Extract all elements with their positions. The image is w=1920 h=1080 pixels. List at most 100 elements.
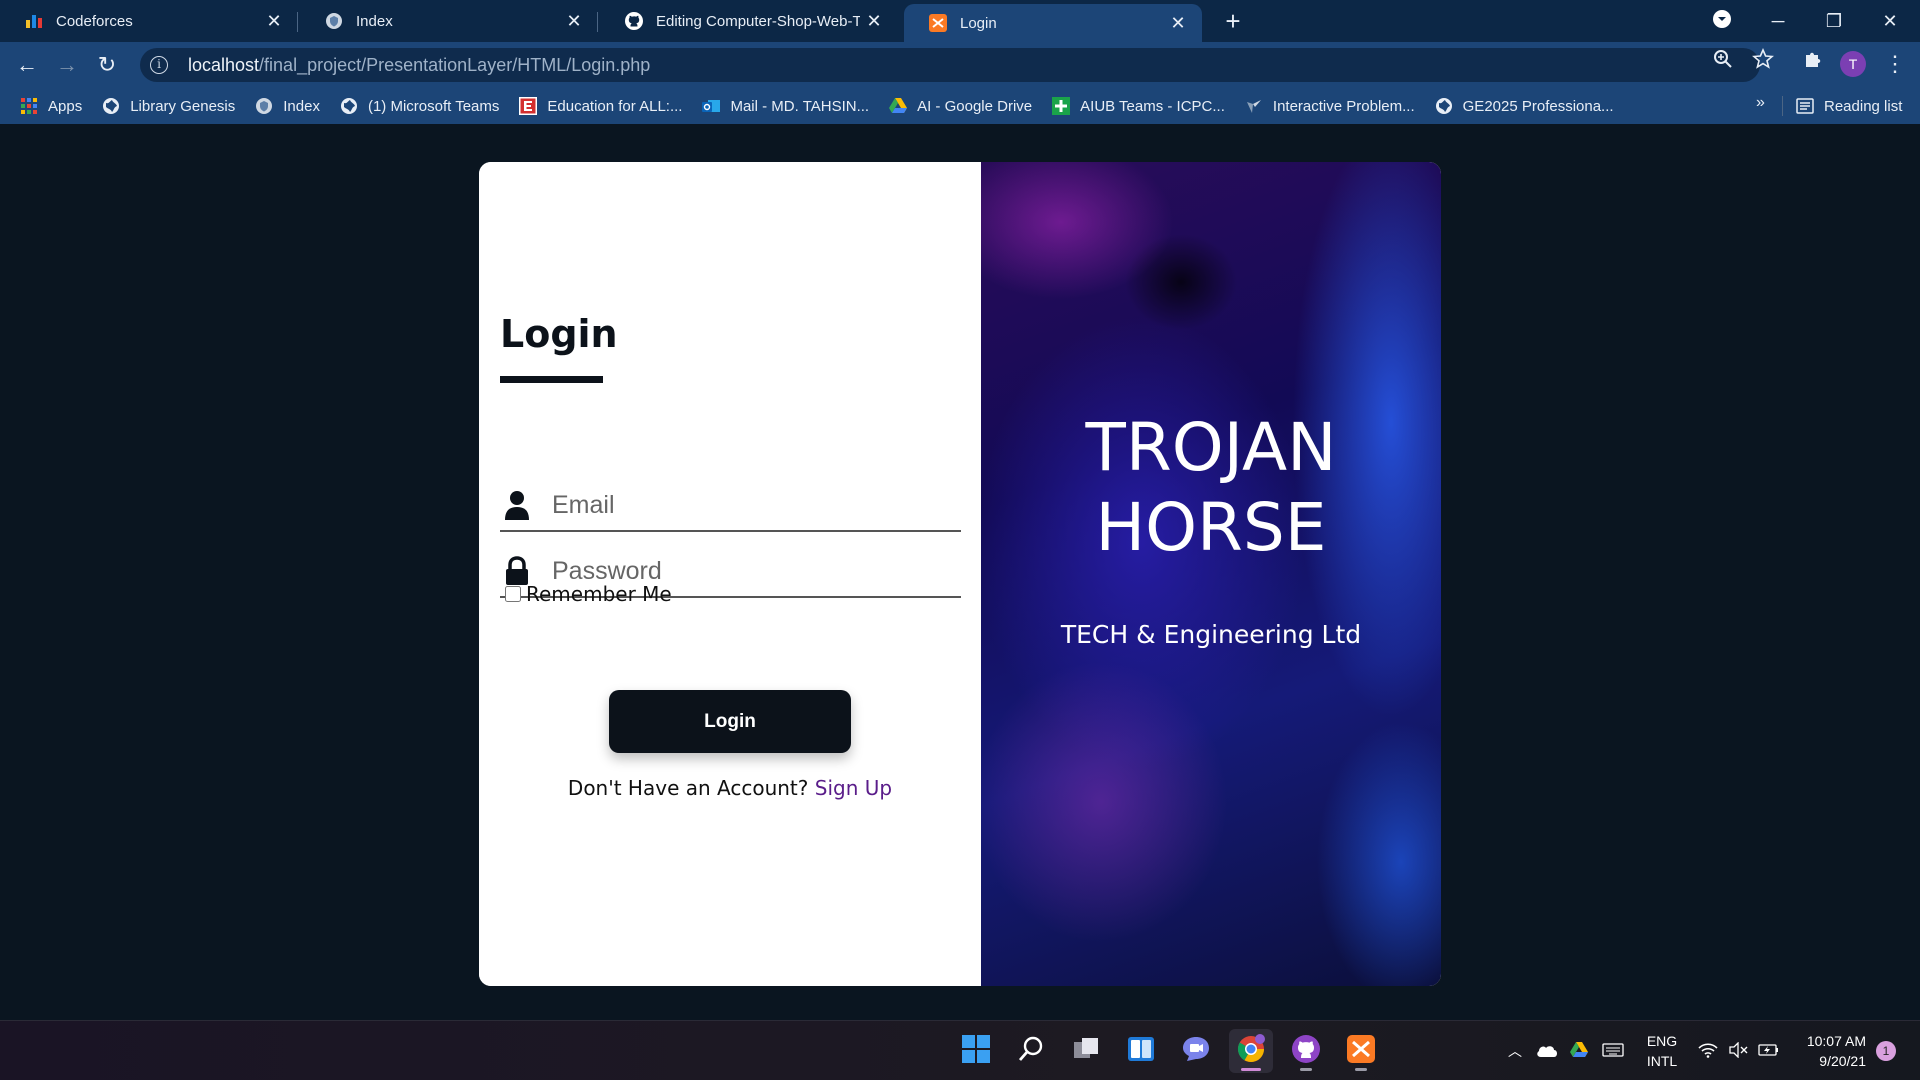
tab-login[interactable]: Login ✕ (904, 4, 1202, 42)
brand-name-line1: TROJAN (1085, 409, 1337, 486)
windows-logo-icon (962, 1034, 990, 1068)
zoom-icon[interactable] (1710, 48, 1736, 74)
remember-me[interactable]: Remember Me (505, 582, 672, 606)
close-window-button[interactable]: ✕ (1862, 0, 1918, 42)
bookmark-library-genesis[interactable]: Library Genesis (102, 97, 235, 115)
bookmark-label: AI - Google Drive (917, 97, 1033, 115)
reading-list-button[interactable]: Reading list (1781, 88, 1903, 124)
reload-button[interactable]: ↻ (92, 50, 122, 80)
browser-toolbar: ← → ↻ i localhost/final_project/Presenta… (0, 42, 1920, 88)
globe-shield-icon (255, 97, 273, 115)
login-form: Login Remember Me Login Don't Ha (479, 162, 981, 986)
bookmark-interactive-problem[interactable]: Interactive Problem... (1245, 97, 1415, 115)
tab-index[interactable]: Index ✕ (300, 0, 598, 42)
url-host: localhost (188, 54, 260, 75)
teams-chat[interactable] (1174, 1029, 1218, 1073)
bookmark-ge2025[interactable]: GE2025 Professiona... (1435, 97, 1614, 115)
login-title: Login (500, 312, 618, 356)
bookmark-aiub-teams[interactable]: AIUB Teams - ICPC... (1052, 97, 1225, 115)
bookmark-apps[interactable]: Apps (20, 97, 82, 115)
plus-icon (1052, 97, 1071, 115)
bookmark-google-drive[interactable]: AI - Google Drive (889, 97, 1032, 115)
browser-tab-strip: Codeforces ✕ Index ✕ Editing Computer-Sh… (0, 0, 1920, 42)
lang-line1: ENG (1646, 1033, 1678, 1049)
task-view[interactable] (1064, 1029, 1108, 1073)
brand-name-line2: HORSE (1095, 489, 1327, 566)
bookmark-label: Apps (48, 97, 83, 115)
user-icon (500, 490, 534, 520)
globe-shield-icon (324, 11, 344, 31)
onedrive-tray[interactable] (1536, 1021, 1558, 1080)
bookmark-mail[interactable]: Mail - MD. TAHSIN... (702, 97, 869, 115)
tab-github-editing[interactable]: Editing Computer-Shop-Web-Tec ✕ (600, 0, 898, 42)
tab-codeforces[interactable]: Codeforces ✕ (0, 0, 298, 42)
restore-button[interactable]: ❐ (1806, 0, 1862, 42)
remember-me-label: Remember Me (526, 582, 672, 606)
system-clock[interactable]: 10:07 AM 9/20/21 (1790, 1031, 1866, 1071)
xampp-icon (928, 13, 948, 33)
back-button[interactable]: ← (12, 50, 42, 80)
input-language[interactable]: ENG INTL (1640, 1031, 1684, 1071)
widgets[interactable] (1119, 1029, 1163, 1073)
globe-icon (1435, 97, 1453, 115)
signup-link[interactable]: Sign Up (815, 776, 892, 800)
minimize-icon: ─ (1771, 10, 1785, 31)
xampp-icon (1346, 1034, 1376, 1069)
close-tab-icon[interactable]: ✕ (1164, 13, 1192, 34)
chevron-up-icon: ︿ (1508, 1043, 1522, 1059)
search-icon (1017, 1035, 1045, 1068)
bookmark-index[interactable]: Index (255, 97, 320, 115)
reading-list-label: Reading list (1824, 97, 1903, 115)
bookmark-education-for-all[interactable]: Education for ALL:... (519, 97, 682, 115)
cloud-icon (1536, 1043, 1558, 1060)
volume-tray[interactable] (1728, 1021, 1748, 1080)
more-bookmarks-button[interactable]: » (1756, 94, 1765, 112)
wifi-tray[interactable] (1698, 1021, 1718, 1080)
profile-avatar[interactable]: T (1840, 51, 1866, 77)
email-input[interactable] (552, 490, 932, 520)
url-text: localhost/final_project/PresentationLaye… (188, 55, 650, 76)
start-button[interactable] (954, 1029, 998, 1073)
windows-taskbar: ︿ ENG INTL 10:07 AM 9/20/21 1 (0, 1020, 1920, 1080)
url-path: /final_project/PresentationLayer/HTML/Lo… (259, 54, 651, 75)
education-icon (519, 97, 538, 115)
extensions-puzzle-icon[interactable] (1800, 48, 1826, 74)
bookmark-label: GE2025 Professiona... (1462, 97, 1614, 115)
close-tab-icon[interactable]: ✕ (560, 11, 588, 32)
chrome-icon (1236, 1033, 1266, 1069)
battery-tray[interactable] (1758, 1021, 1780, 1080)
show-hidden-icons[interactable]: ︿ (1508, 1021, 1522, 1080)
login-card: Login Remember Me Login Don't Ha (479, 162, 1441, 986)
minimize-button[interactable]: ─ (1750, 0, 1806, 42)
bookmark-label: (1) Microsoft Teams (367, 97, 500, 115)
task-view-icon (1072, 1035, 1100, 1068)
new-tab-button[interactable]: + (1218, 8, 1248, 36)
bookmark-label: AIUB Teams - ICPC... (1080, 97, 1225, 115)
keyboard-tray[interactable] (1602, 1021, 1624, 1080)
chrome-taskbar-button[interactable] (1229, 1029, 1273, 1073)
google-drive-tray[interactable] (1570, 1021, 1588, 1080)
bookmark-star-icon[interactable] (1750, 47, 1776, 74)
taskbar-search[interactable] (1009, 1029, 1053, 1073)
bookmark-microsoft-teams[interactable]: (1) Microsoft Teams (340, 97, 499, 115)
close-tab-icon[interactable]: ✕ (860, 11, 888, 32)
reload-icon: ↻ (97, 52, 117, 77)
site-info-icon[interactable]: i (150, 56, 168, 74)
more-menu-icon[interactable]: ⋮ (1884, 50, 1906, 78)
remember-me-checkbox[interactable] (505, 586, 521, 602)
tab-search-button[interactable] (1694, 0, 1750, 42)
lang-line2: INTL (1646, 1053, 1678, 1069)
github-desktop-button[interactable] (1284, 1029, 1328, 1073)
keyboard-icon (1602, 1042, 1624, 1060)
restore-icon: ❐ (1825, 10, 1843, 31)
xampp-taskbar-button[interactable] (1339, 1029, 1383, 1073)
close-tab-icon[interactable]: ✕ (260, 11, 288, 32)
address-bar[interactable]: i localhost/final_project/PresentationLa… (140, 48, 1760, 82)
email-field (500, 480, 961, 532)
brand-panel: TROJAN HORSE TECH & Engineering Ltd (981, 162, 1441, 986)
brand-tagline: TECH & Engineering Ltd (1060, 620, 1362, 649)
clock-time: 10:07 AM (1806, 1033, 1866, 1049)
login-button[interactable]: Login (609, 690, 851, 753)
forward-button[interactable]: → (52, 50, 82, 80)
notification-badge[interactable]: 1 (1876, 1041, 1896, 1061)
